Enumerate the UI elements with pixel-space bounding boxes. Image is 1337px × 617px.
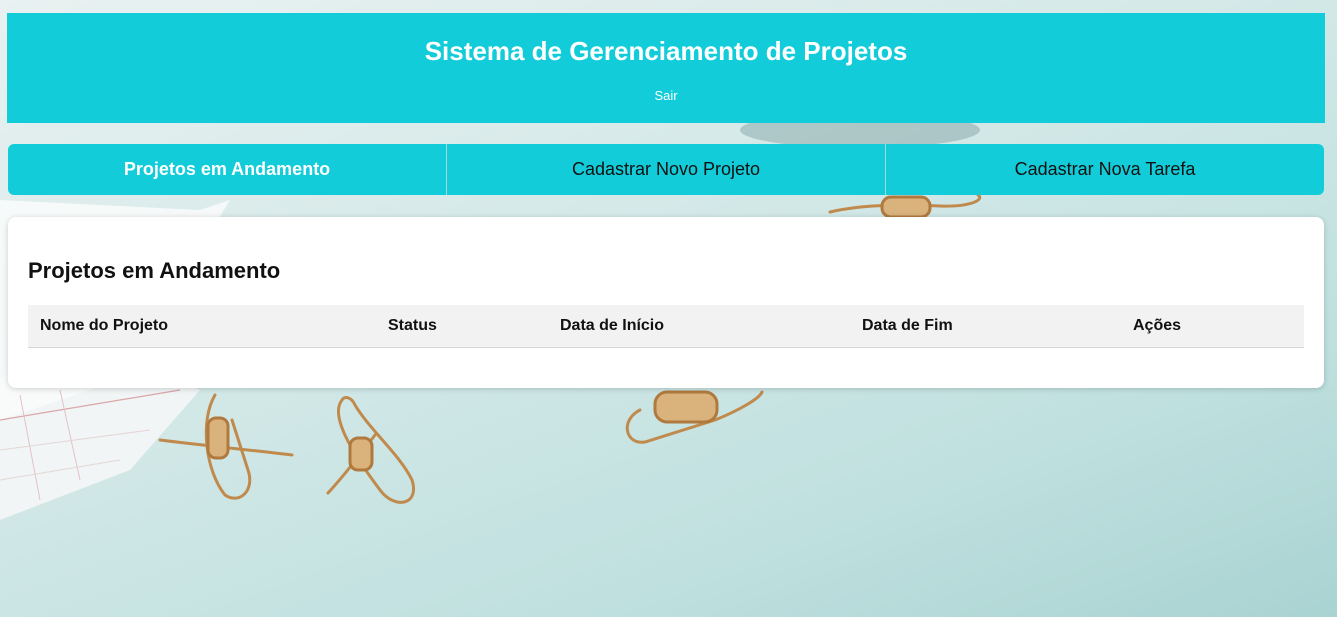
column-header-nome-do-projeto: Nome do Projeto (28, 305, 376, 348)
projects-table: Nome do Projeto Status Data de Início Da… (28, 305, 1304, 348)
logout-container: Sair (7, 88, 1325, 104)
column-header-acoes: Ações (1121, 305, 1304, 348)
table-header-row: Nome do Projeto Status Data de Início Da… (28, 305, 1304, 348)
column-header-data-de-fim: Data de Fim (850, 305, 1121, 348)
logout-link[interactable]: Sair (654, 88, 677, 103)
paper-clip-graphic (326, 396, 415, 504)
page-title: Projetos em Andamento (28, 258, 281, 283)
paper-clip-graphic (828, 193, 982, 219)
paper-clip-graphic (625, 390, 764, 444)
tab-cadastrar-novo-projeto[interactable]: Cadastrar Novo Projeto (446, 144, 885, 195)
app-header: Sistema de Gerenciamento de Projetos Sai… (7, 13, 1325, 123)
app-title: Sistema de Gerenciamento de Projetos (424, 36, 908, 66)
column-header-status: Status (376, 305, 548, 348)
tab-cadastrar-nova-tarefa[interactable]: Cadastrar Nova Tarefa (885, 144, 1324, 195)
projects-panel: Projetos em Andamento Nome do Projeto St… (8, 217, 1324, 388)
tab-projetos-em-andamento[interactable]: Projetos em Andamento (8, 144, 446, 195)
column-header-data-de-inicio: Data de Início (548, 305, 850, 348)
main-navigation: Projetos em Andamento Cadastrar Novo Pro… (8, 144, 1324, 195)
